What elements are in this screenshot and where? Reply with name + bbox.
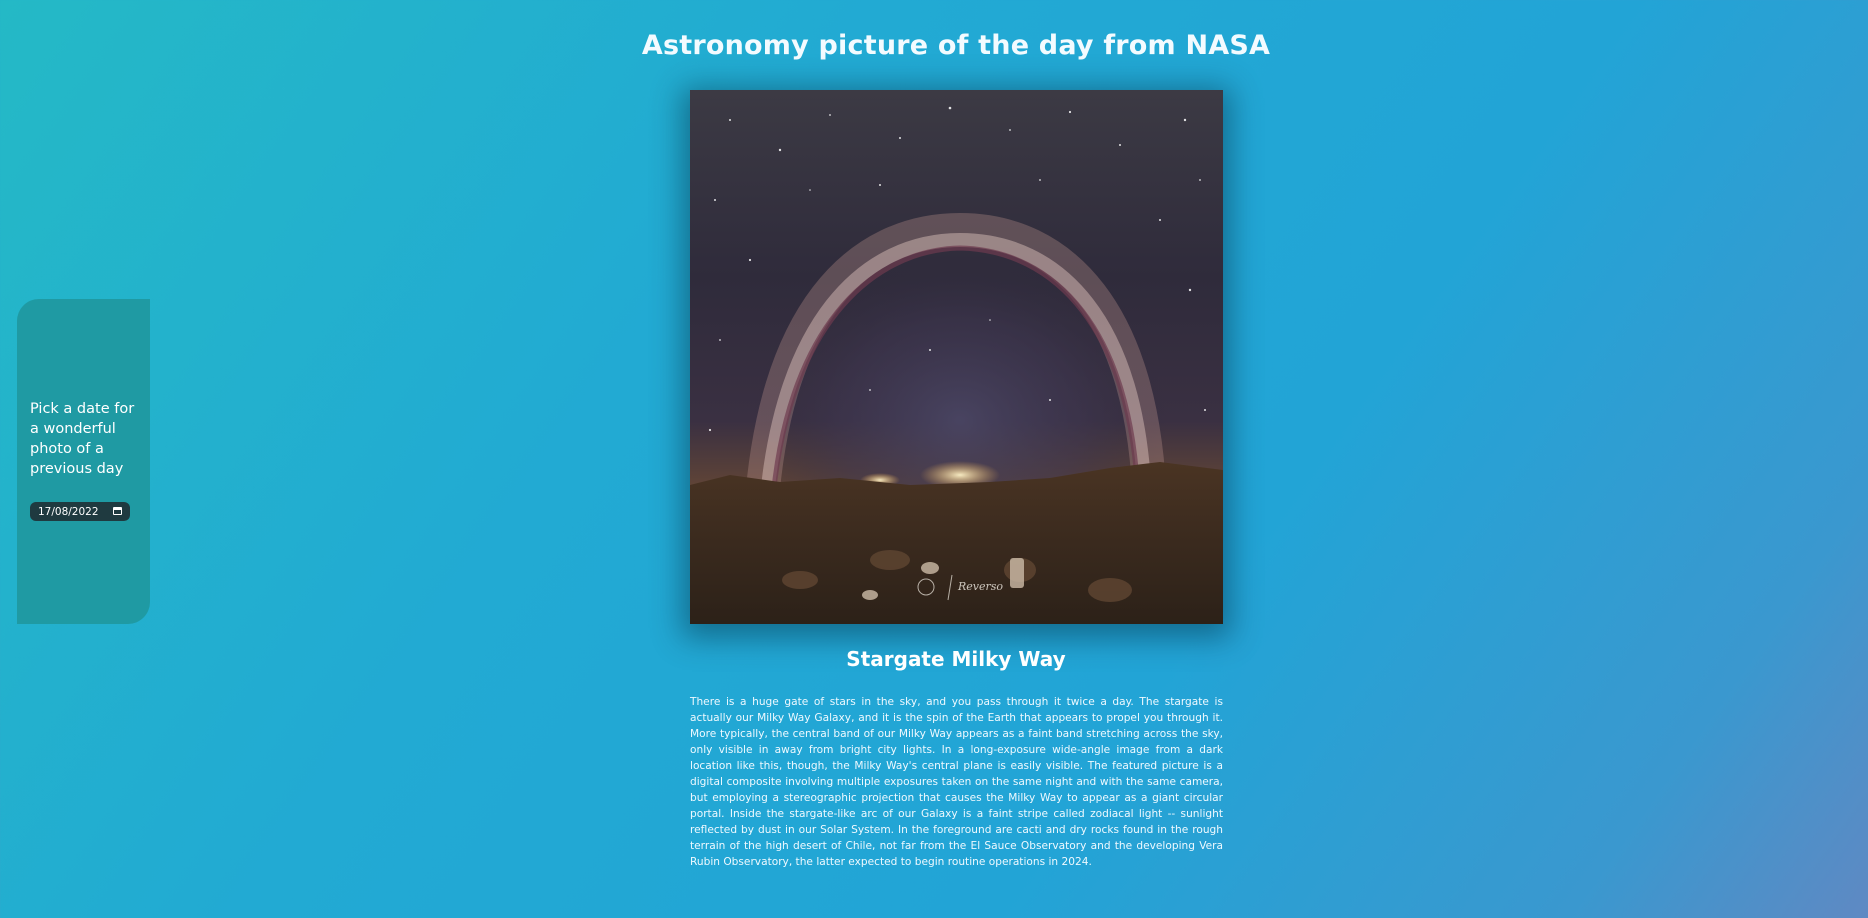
photo-title: Stargate Milky Way <box>846 647 1066 671</box>
photo-explanation: There is a huge gate of stars in the sky… <box>690 696 1223 868</box>
date-picker-panel: Pick a date for a wonderful photo of a p… <box>17 299 150 624</box>
photo-watermark: Reverso <box>958 580 1004 593</box>
page-title: Astronomy picture of the day from NASA <box>641 30 1271 61</box>
astronomy-photo: Reverso <box>690 90 1223 624</box>
calendar-icon[interactable] <box>113 507 122 515</box>
date-picker-prompt: Pick a date for a wonderful photo of a p… <box>30 401 135 477</box>
date-input-value: 17/08/2022 <box>38 505 99 518</box>
date-input[interactable]: 17/08/2022 <box>30 502 130 521</box>
